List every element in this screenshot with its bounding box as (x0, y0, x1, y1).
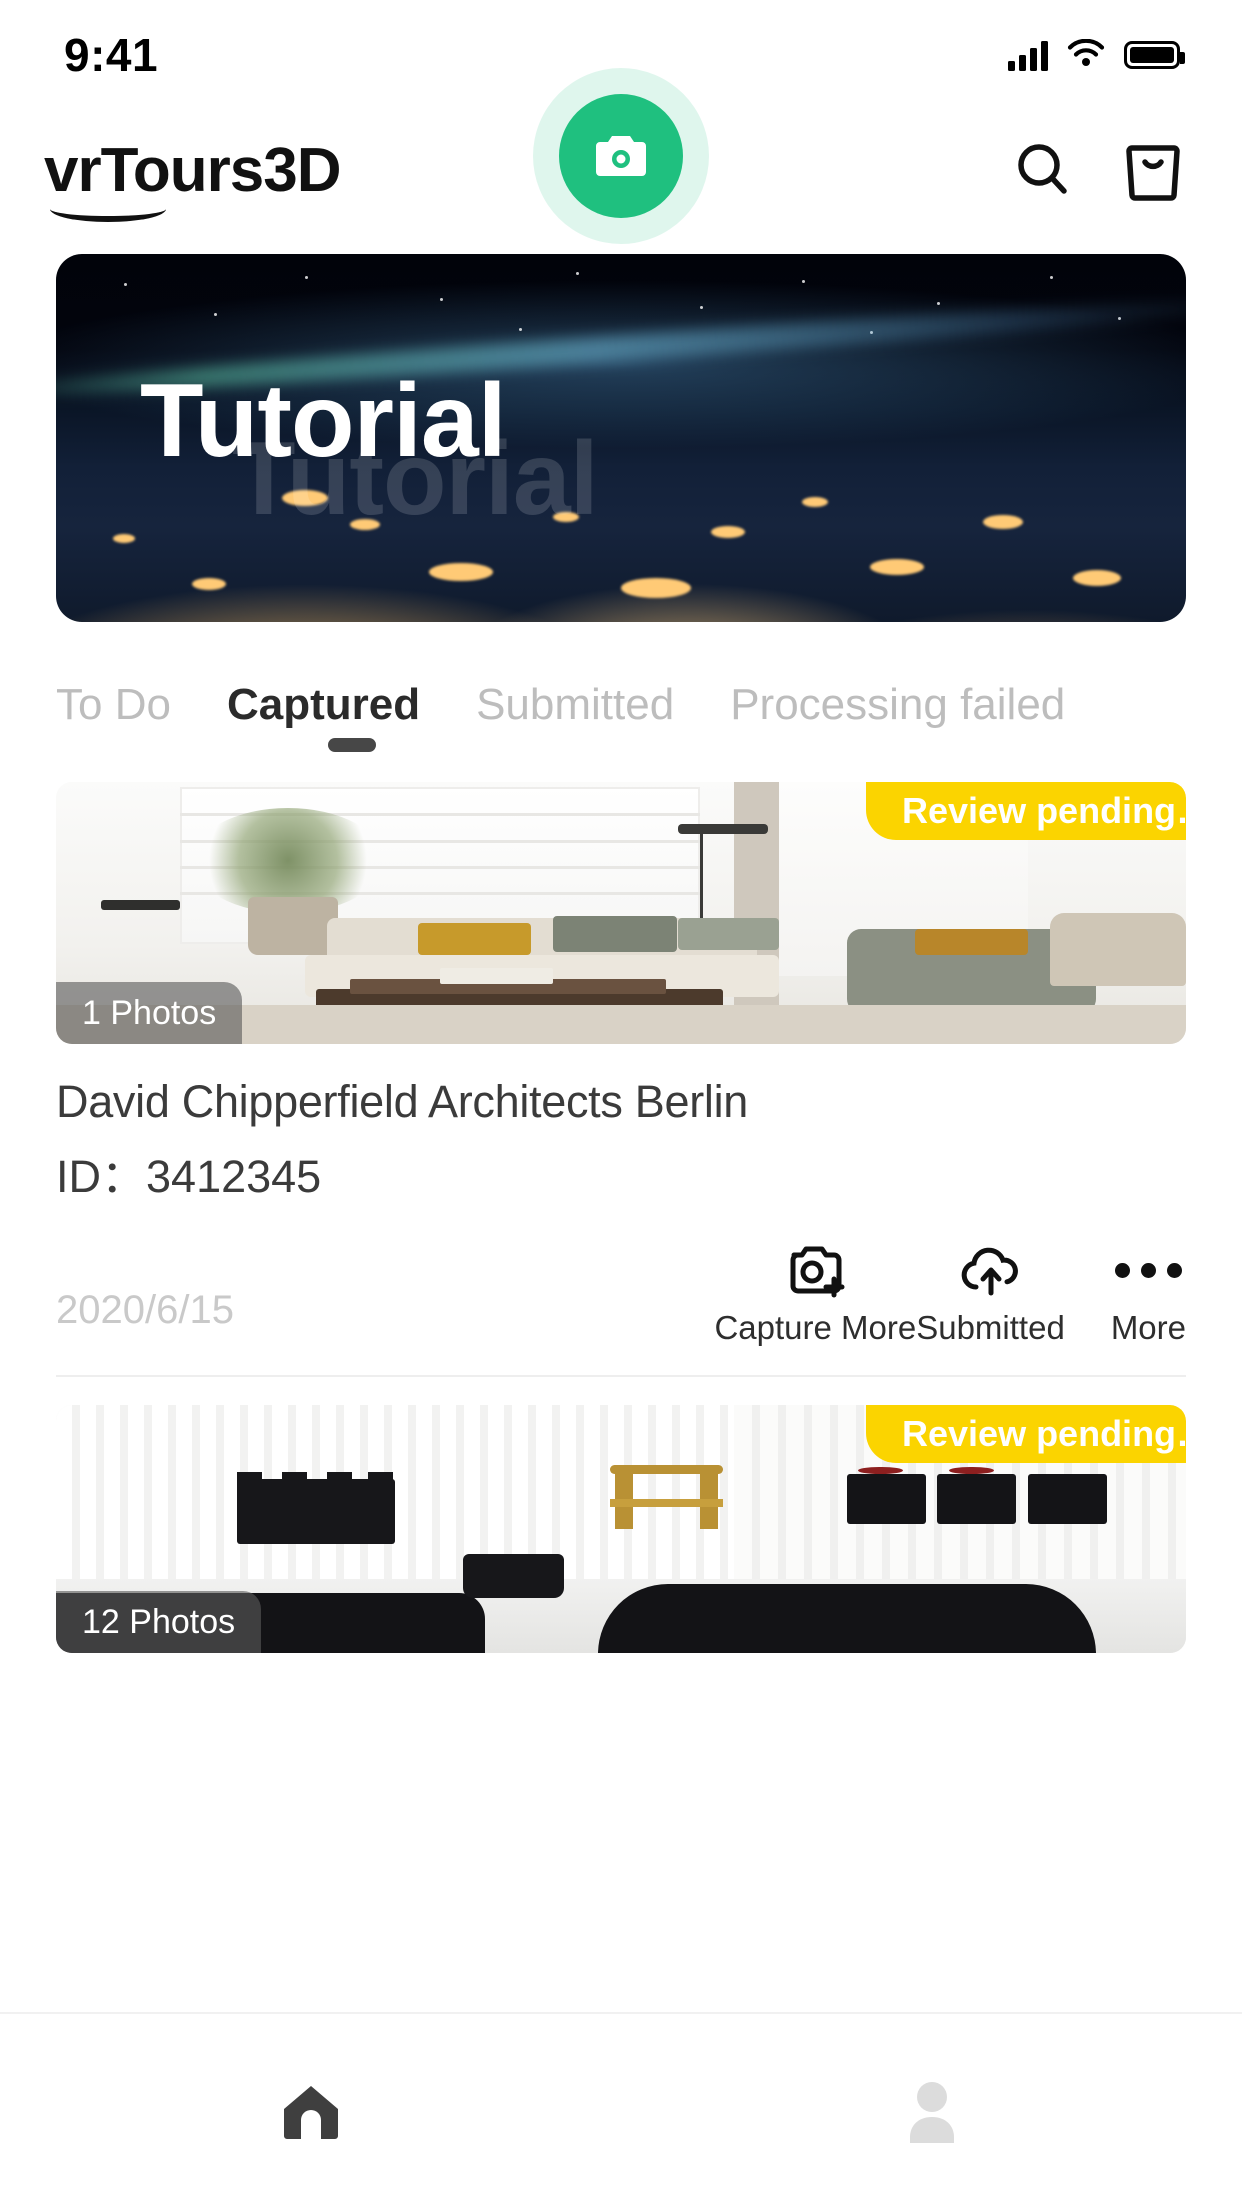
nav-home[interactable] (0, 2080, 621, 2142)
more-button[interactable]: More (1111, 1239, 1186, 1347)
cloud-upload-icon (958, 1239, 1024, 1301)
action-label: More (1110, 1309, 1186, 1346)
status-time: 9:41 (64, 29, 159, 81)
tab-captured[interactable]: Captured (226, 680, 476, 752)
cellular-signal-icon (1008, 39, 1048, 71)
tutorial-banner[interactable]: Tutorial Tutorial (56, 254, 1186, 622)
shopping-bag-icon[interactable] (1124, 138, 1182, 202)
project-id: ID：3412345 (56, 1140, 1186, 1205)
tab-submitted[interactable]: Submitted (476, 680, 730, 730)
ellipsis-icon (1114, 1239, 1182, 1301)
tab-underline (327, 738, 376, 752)
app-header-actions (1012, 138, 1182, 202)
camera-plus-icon (784, 1239, 846, 1301)
battery-icon (1124, 41, 1185, 69)
tab-label: To Do (56, 680, 171, 729)
search-icon[interactable] (1012, 139, 1074, 201)
project-thumbnail[interactable]: Review pending… 12 Photos (56, 1405, 1186, 1653)
camera-icon (596, 136, 646, 176)
action-label: Capture More (714, 1309, 917, 1346)
project-list: Review pending… 1 Photos David Chipperfi… (0, 782, 1242, 1653)
project-card-footer: 2020/6/15 Capture More Submitted More (56, 1239, 1186, 1347)
wifi-icon (1067, 39, 1105, 66)
logo-swoosh-decoration (50, 196, 166, 222)
submitted-button[interactable]: Submitted (916, 1239, 1065, 1347)
project-thumbnail[interactable]: Review pending… 1 Photos (56, 782, 1186, 1044)
status-badge: Review pending… (866, 782, 1186, 840)
project-id-label: ID： (56, 1151, 147, 1202)
project-card[interactable]: Review pending… 12 Photos (0, 1405, 1242, 1653)
capture-more-button[interactable]: Capture More (714, 1239, 916, 1347)
card-divider (56, 1375, 1186, 1377)
project-id-value: 3412345 (146, 1151, 322, 1202)
tab-label: Processing failed (730, 680, 1066, 729)
capture-fab-button[interactable] (559, 94, 683, 218)
photo-count-badge: 1 Photos (56, 982, 243, 1044)
tab-label: Captured (226, 680, 421, 729)
nav-profile[interactable] (621, 2079, 1242, 2143)
status-tabs: To Do Captured Submitted Processing fail… (0, 622, 1242, 752)
project-actions: Capture More Submitted More (714, 1239, 1186, 1347)
project-card[interactable]: Review pending… 1 Photos David Chipperfi… (0, 782, 1242, 1347)
tab-label: Submitted (476, 680, 675, 729)
app-logo: vrTours3D (44, 135, 341, 222)
photo-count-badge: 12 Photos (56, 1591, 262, 1653)
project-date: 2020/6/15 (56, 1288, 234, 1332)
profile-icon (909, 2082, 954, 2143)
home-icon (283, 2086, 338, 2139)
status-icons (1008, 39, 1185, 71)
app-screen: 9:41 vrTours3D Tutorial Tutorial To Do C… (0, 0, 1242, 2208)
status-badge: Review pending… (866, 1405, 1186, 1463)
bottom-navigation (0, 2012, 1242, 2208)
tab-to-do[interactable]: To Do (56, 680, 227, 730)
project-title: David Chipperfield Architects Berlin (56, 1076, 749, 1127)
tab-processing-failed[interactable]: Processing failed (730, 680, 1121, 730)
action-label: Submitted (916, 1309, 1065, 1346)
app-logo-text: vrTours3D (44, 135, 341, 205)
banner-title: Tutorial (140, 363, 507, 479)
